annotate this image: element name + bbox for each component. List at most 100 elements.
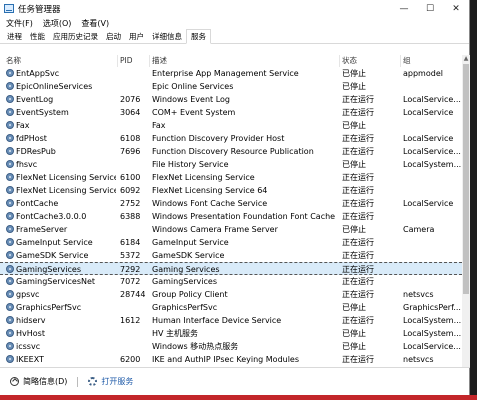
service-status: 正在运行 [342, 134, 374, 143]
table-row[interactable]: EventSystem 3064 COM+ Event System 正在运行 Loca… [0, 106, 462, 119]
service-group: Camera [403, 225, 435, 234]
table-row[interactable]: GamingServicesNet 7072 GamingServices 正在运行 [0, 275, 462, 288]
service-pid: 6108 [120, 134, 141, 143]
table-row[interactable]: fdPHost 6108 Function Discovery Provider H… [0, 132, 462, 145]
service-status: 正在运行 [342, 173, 374, 182]
service-name: FontCache3.0.0.0 [6, 210, 116, 223]
table-row[interactable]: FlexNet Licensing Service 6100 FlexNet Lic… [0, 171, 462, 184]
menu-view[interactable]: 查看(V) [81, 18, 109, 29]
service-status: 正在运行 [342, 290, 374, 299]
service-group: LocalSystem... [403, 316, 461, 325]
table-row[interactable]: EventLog 2076 Windows Event Log 正在运行 LocalSe… [0, 93, 462, 106]
table-row[interactable]: EntAppSvc Enterprise App Management Servi… [0, 67, 462, 80]
scroll-up-arrow-icon[interactable]: ▲ [462, 55, 470, 63]
service-gear-icon [6, 342, 14, 350]
table-row[interactable]: FDResPub 7696 Function Discovery Resource … [0, 145, 462, 158]
column-divider[interactable] [117, 55, 118, 67]
table-row[interactable]: GamingServices 7292 Gaming Services 正在运行 [0, 262, 462, 275]
table-row[interactable]: EpicOnlineServices Epic Online Services 已停… [0, 80, 462, 93]
service-name-label: EpicOnlineServices [16, 82, 93, 91]
service-name-label: icssvc [16, 342, 41, 351]
service-pid: 6184 [120, 238, 141, 247]
fewer-details-button[interactable]: 简略信息(D) [10, 376, 67, 387]
service-description: FlexNet Licensing Service 64 [152, 186, 268, 195]
service-name: HvHost [6, 327, 116, 340]
service-name-label: FontCache3.0.0.0 [16, 212, 87, 221]
tab-details[interactable]: 详细信息 [148, 30, 186, 43]
tab-startup[interactable]: 启动 [102, 30, 125, 43]
footer-bar: 简略信息(D) 打开服务 [0, 367, 470, 395]
service-name: GameInput Service [6, 236, 116, 249]
service-gear-icon [6, 265, 14, 273]
service-name-label: FlexNet Licensing Service [16, 173, 116, 182]
service-gear-icon [6, 82, 14, 90]
service-gear-icon [6, 238, 14, 246]
table-row[interactable]: IKEEXT 6200 IKE and AuthIP IPsec Keying Mo… [0, 353, 462, 366]
service-name: hidserv [6, 314, 116, 327]
service-name: FontCache [6, 197, 116, 210]
service-status: 已停止 [342, 225, 366, 234]
column-divider[interactable] [149, 55, 150, 67]
table-row[interactable]: FlexNet Licensing Service 64 6092 FlexNet … [0, 184, 462, 197]
service-gear-icon [6, 134, 14, 142]
service-status: 正在运行 [342, 212, 374, 221]
title-bar: 任务管理器 — ☐ ✕ [0, 0, 469, 17]
column-header-status[interactable]: 状态 [342, 55, 400, 67]
service-name-label: GraphicsPerfSvc [16, 303, 82, 312]
table-row[interactable]: HvHost HV 主机服务 已停止 LocalSystem... [0, 327, 462, 340]
close-button[interactable]: ✕ [443, 0, 469, 17]
maximize-button[interactable]: ☐ [417, 0, 443, 17]
column-header-pid[interactable]: PID [120, 55, 148, 67]
service-gear-icon [6, 329, 14, 337]
service-description: GameInput Service [152, 238, 229, 247]
table-row[interactable]: FontCache 2752 Windows Font Cache Service 正… [0, 197, 462, 210]
table-row[interactable]: GameInput Service 6184 GameInput Service 正在… [0, 236, 462, 249]
task-manager-icon [4, 4, 14, 13]
column-divider[interactable] [400, 55, 401, 67]
footer-divider [77, 376, 79, 387]
service-name: EventLog [6, 93, 116, 106]
service-group: netsvcs [403, 290, 434, 299]
open-services-link[interactable]: 打开服务 [88, 376, 133, 387]
table-row[interactable]: GraphicsPerfSvc GraphicsPerfSvc 已停止 Graphic… [0, 301, 462, 314]
table-row[interactable]: Fax Fax 已停止 [0, 119, 462, 132]
tab-processes[interactable]: 进程 [3, 30, 26, 43]
service-status: 正在运行 [342, 95, 374, 104]
service-pid: 2076 [120, 95, 141, 104]
table-row[interactable]: hidserv 1612 Human Interface Device Servic… [0, 314, 462, 327]
menu-options[interactable]: 选项(O) [43, 18, 72, 29]
table-row[interactable]: FontCache3.0.0.0 6388 Windows Presentation… [0, 210, 462, 223]
column-header-group[interactable]: 组 [403, 55, 461, 67]
tab-performance[interactable]: 性能 [26, 30, 49, 43]
vertical-scrollbar[interactable]: ▲ [462, 55, 470, 367]
service-description: FlexNet Licensing Service [152, 173, 255, 182]
tab-app-history[interactable]: 应用历史记录 [49, 30, 102, 43]
service-status: 正在运行 [342, 251, 374, 260]
service-gear-icon [6, 290, 14, 298]
tab-users[interactable]: 用户 [125, 30, 148, 43]
table-row[interactable]: fhsvc File History Service 已停止 LocalSystem.… [0, 158, 462, 171]
service-description: Epic Online Services [152, 82, 234, 91]
tab-services[interactable]: 服务 [186, 29, 211, 44]
service-name-label: fdPHost [16, 134, 47, 143]
column-header-description[interactable]: 描述 [152, 55, 337, 67]
column-divider[interactable] [339, 55, 340, 67]
service-name: IKEEXT [6, 353, 116, 366]
minimize-button[interactable]: — [391, 0, 417, 17]
service-description: Function Discovery Provider Host [152, 134, 285, 143]
table-row[interactable]: FrameServer Windows Camera Frame Server 已停… [0, 223, 462, 236]
service-status: 正在运行 [342, 355, 374, 364]
service-name: EpicOnlineServices [6, 80, 116, 93]
tab-bar: 进程 性能 应用历史记录 启动 用户 详细信息 服务 [0, 29, 469, 44]
menu-file[interactable]: 文件(F) [6, 18, 33, 29]
service-description: Enterprise App Management Service [152, 69, 299, 78]
service-status: 已停止 [342, 82, 366, 91]
table-row[interactable]: icssvc Windows 移动热点服务 已停止 LocalService... [0, 340, 462, 353]
column-header-name[interactable]: 名称 [6, 55, 116, 67]
services-gear-icon [88, 377, 98, 386]
service-group: netsvcs [403, 355, 434, 364]
scrollbar-thumb[interactable] [463, 64, 469, 294]
table-row[interactable]: gpsvc 28744 Group Policy Client 正在运行 netsvcs [0, 288, 462, 301]
table-row[interactable]: GameSDK Service 5372 GameSDK Service 正在运行 [0, 249, 462, 262]
service-description: GraphicsPerfSvc [152, 303, 218, 312]
